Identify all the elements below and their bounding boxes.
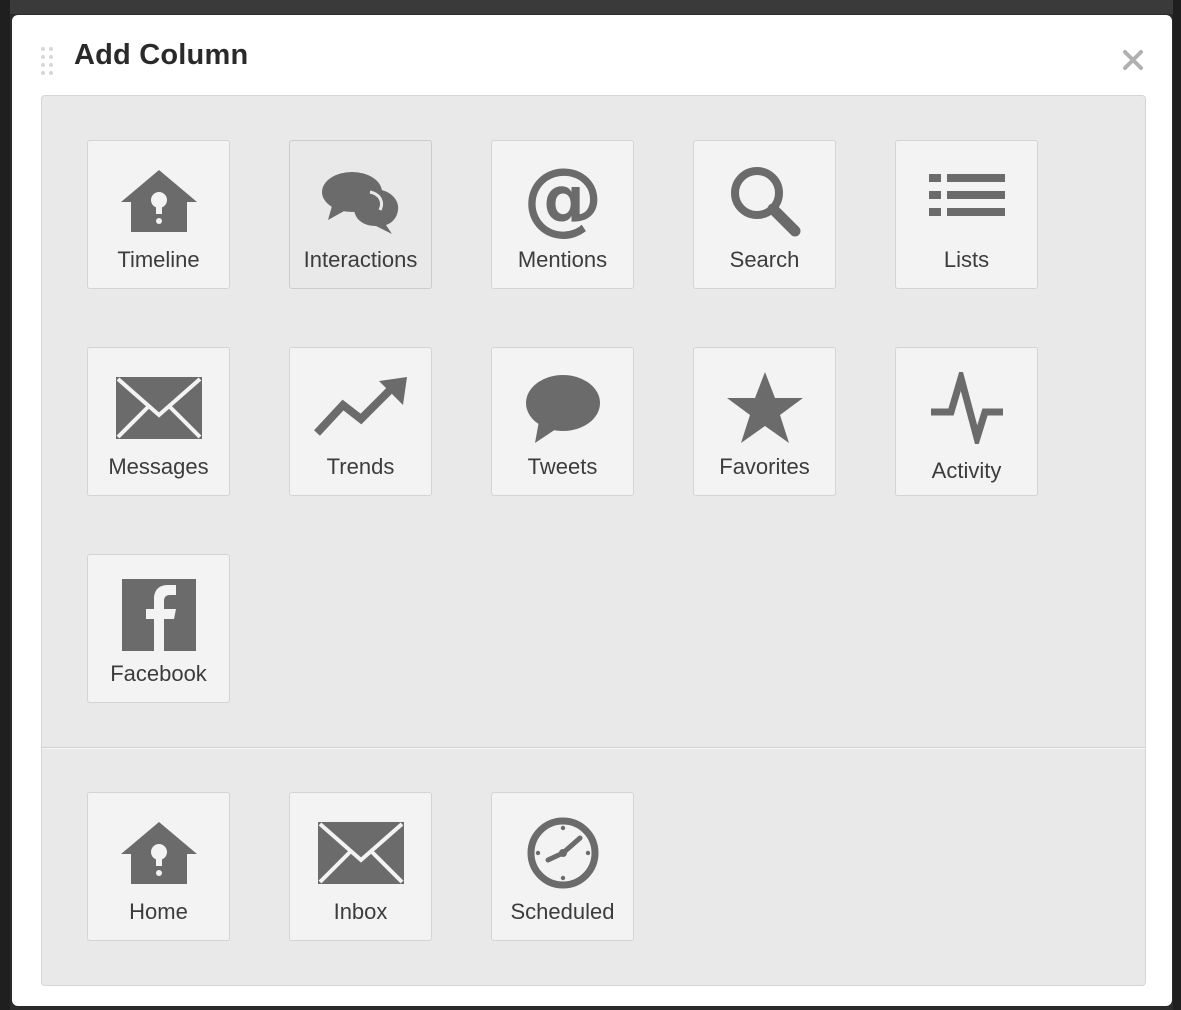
- drag-handle-icon[interactable]: [41, 47, 57, 75]
- column-option-search[interactable]: Search: [693, 140, 836, 289]
- column-option-favorites[interactable]: Favorites: [693, 347, 836, 496]
- column-option-activity[interactable]: Activity: [895, 347, 1038, 496]
- column-option-label: Favorites: [719, 454, 810, 479]
- pulse-icon: [930, 372, 1003, 444]
- column-option-label: Lists: [943, 247, 990, 272]
- column-option-label: Inbox: [333, 899, 388, 924]
- envelope-icon: [317, 822, 404, 884]
- speech-bubbles-icon: [321, 172, 398, 234]
- home-birdhouse-icon: [120, 170, 197, 232]
- column-option-label: Tweets: [527, 454, 598, 479]
- background-app: [0, 0, 1181, 14]
- list-icon: [928, 174, 1005, 216]
- envelope-icon: [115, 377, 202, 439]
- column-option-label: Mentions: [517, 247, 608, 272]
- star-icon: [726, 372, 803, 443]
- column-option-label: Search: [729, 247, 800, 272]
- close-button[interactable]: [1120, 47, 1146, 73]
- column-option-label: Trends: [326, 454, 395, 479]
- background-left-edge: [0, 0, 10, 1010]
- column-option-inbox[interactable]: Inbox: [289, 792, 432, 941]
- column-option-label: Scheduled: [510, 899, 615, 924]
- column-options-panel: Timeline Interactions @ Mentions Search …: [41, 95, 1146, 986]
- column-option-scheduled[interactable]: Scheduled: [491, 792, 634, 941]
- column-option-facebook[interactable]: Facebook: [87, 554, 230, 703]
- column-option-label: Home: [129, 899, 188, 924]
- column-option-home[interactable]: Home: [87, 792, 230, 941]
- background-right-edge: [1173, 0, 1181, 1010]
- column-option-interactions[interactable]: Interactions: [289, 140, 432, 289]
- column-option-label: Messages: [108, 454, 209, 479]
- clock-icon: [527, 817, 598, 889]
- column-option-label: Activity: [931, 458, 1002, 483]
- column-option-timeline[interactable]: Timeline: [87, 140, 230, 289]
- search-icon: [730, 167, 800, 237]
- section-divider: [42, 747, 1145, 749]
- close-icon: [1123, 50, 1143, 70]
- facebook-icon: [121, 579, 196, 651]
- column-option-trends[interactable]: Trends: [289, 347, 432, 496]
- speech-bubble-icon: [525, 375, 600, 443]
- home-birdhouse-icon: [120, 822, 197, 884]
- at-sign-icon: @: [523, 161, 603, 241]
- add-column-dialog: Add Column Timeline Interactions @ Menti…: [12, 15, 1172, 1006]
- column-option-lists[interactable]: Lists: [895, 140, 1038, 289]
- column-option-mentions[interactable]: @ Mentions: [491, 140, 634, 289]
- column-option-label: Facebook: [110, 661, 207, 686]
- column-option-tweets[interactable]: Tweets: [491, 347, 634, 496]
- column-option-messages[interactable]: Messages: [87, 347, 230, 496]
- column-option-label: Timeline: [117, 247, 200, 272]
- column-option-label: Interactions: [303, 247, 418, 272]
- dialog-title: Add Column: [74, 39, 249, 71]
- svg-text:@: @: [523, 161, 603, 241]
- trend-arrow-icon: [313, 377, 407, 436]
